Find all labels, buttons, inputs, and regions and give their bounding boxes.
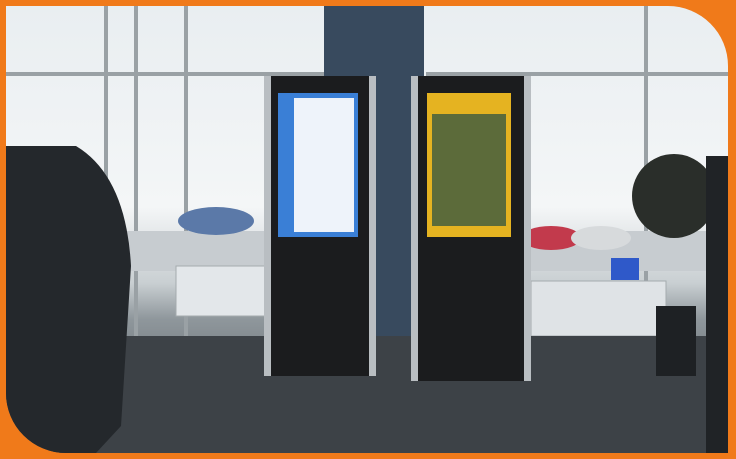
radiator-right: [530, 280, 667, 337]
radiator-left: [175, 265, 267, 317]
right-edge-figure: [706, 156, 728, 453]
left-kiosk-trim: [264, 76, 271, 376]
right-kiosk-trim: [411, 76, 418, 381]
airport-kiosk-photo: [6, 6, 728, 453]
orange-frame: [0, 0, 736, 459]
blue-container: [611, 258, 639, 280]
left-kiosk-screen-list: [294, 98, 354, 232]
left-kiosk-trim-right: [369, 76, 376, 376]
white-car: [571, 226, 631, 250]
plant-pot: [656, 306, 696, 376]
potted-plant: [632, 154, 716, 238]
right-kiosk-trim-right: [524, 76, 531, 381]
photo-scene: [6, 6, 728, 453]
person-silhouette: [6, 146, 131, 453]
blue-car: [178, 207, 254, 235]
right-kiosk-screen-mosaic: [432, 114, 506, 226]
